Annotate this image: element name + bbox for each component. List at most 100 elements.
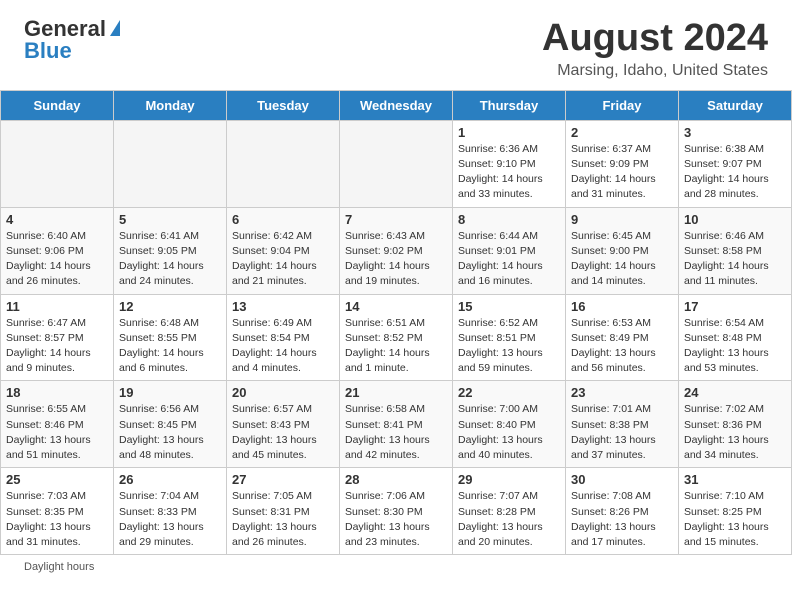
calendar-day: 24Sunrise: 7:02 AM Sunset: 8:36 PM Dayli… (679, 381, 792, 468)
calendar-header-row: SundayMondayTuesdayWednesdayThursdayFrid… (1, 90, 792, 120)
calendar-day: 5 Sunrise: 6:41 AM Sunset: 9:05 PM Daylig… (114, 207, 227, 294)
day-info: Sunrise: 6:44 AM Sunset: 9:01 PM Dayligh… (458, 229, 560, 290)
day-number: 31 (684, 472, 786, 487)
day-info: Sunrise: 6:36 AM Sunset: 9:10 PM Dayligh… (458, 142, 560, 203)
calendar-day: 3 Sunrise: 6:38 AM Sunset: 9:07 PM Daylig… (679, 120, 792, 207)
day-number: 1 (458, 125, 560, 140)
calendar-header-wednesday: Wednesday (340, 90, 453, 120)
location: Marsing, Idaho, United States (542, 62, 768, 80)
day-info: Sunrise: 7:05 AM Sunset: 8:31 PM Dayligh… (232, 489, 334, 550)
calendar: SundayMondayTuesdayWednesdayThursdayFrid… (0, 90, 792, 555)
day-info: Sunrise: 7:02 AM Sunset: 8:36 PM Dayligh… (684, 402, 786, 463)
calendar-day: 27 Sunrise: 7:05 AM Sunset: 8:31 PM Dayli… (227, 468, 340, 555)
day-info: Sunrise: 6:56 AM Sunset: 8:45 PM Dayligh… (119, 402, 221, 463)
day-number: 2 (571, 125, 673, 140)
calendar-day: 1 Sunrise: 6:36 AM Sunset: 9:10 PM Daylig… (453, 120, 566, 207)
calendar-week-2: 4 Sunrise: 6:40 AM Sunset: 9:06 PM Daylig… (1, 207, 792, 294)
logo-triangle-icon (110, 20, 120, 36)
day-info: Sunrise: 6:53 AM Sunset: 8:49 PM Dayligh… (571, 316, 673, 377)
calendar-week-1: 1 Sunrise: 6:36 AM Sunset: 9:10 PM Daylig… (1, 120, 792, 207)
calendar-day: 4 Sunrise: 6:40 AM Sunset: 9:06 PM Daylig… (1, 207, 114, 294)
day-number: 17 (684, 299, 786, 314)
day-number: 19 (119, 385, 221, 400)
calendar-day: 8 Sunrise: 6:44 AM Sunset: 9:01 PM Daylig… (453, 207, 566, 294)
day-info: Sunrise: 6:54 AM Sunset: 8:48 PM Dayligh… (684, 316, 786, 377)
day-number: 9 (571, 212, 673, 227)
day-info: Sunrise: 6:49 AM Sunset: 8:54 PM Dayligh… (232, 316, 334, 377)
calendar-day: 18 Sunrise: 6:55 AM Sunset: 8:46 PM Dayli… (1, 381, 114, 468)
calendar-day: 15 Sunrise: 6:52 AM Sunset: 8:51 PM Dayli… (453, 294, 566, 381)
day-number: 11 (6, 299, 108, 314)
day-number: 18 (6, 385, 108, 400)
logo-blue-text: Blue (24, 40, 72, 62)
calendar-week-4: 18 Sunrise: 6:55 AM Sunset: 8:46 PM Dayli… (1, 381, 792, 468)
title-area: August 2024 Marsing, Idaho, United State… (542, 18, 768, 80)
calendar-day (114, 120, 227, 207)
header: General Blue August 2024 Marsing, Idaho,… (0, 0, 792, 90)
calendar-day: 23 Sunrise: 7:01 AM Sunset: 8:38 PM Dayli… (566, 381, 679, 468)
month-year: August 2024 (542, 18, 768, 60)
calendar-day: 28Sunrise: 7:06 AM Sunset: 8:30 PM Dayli… (340, 468, 453, 555)
day-info: Sunrise: 7:01 AM Sunset: 8:38 PM Dayligh… (571, 402, 673, 463)
calendar-day: 29 Sunrise: 7:07 AM Sunset: 8:28 PM Dayli… (453, 468, 566, 555)
calendar-day: 7Sunrise: 6:43 AM Sunset: 9:02 PM Daylig… (340, 207, 453, 294)
day-info: Sunrise: 7:00 AM Sunset: 8:40 PM Dayligh… (458, 402, 560, 463)
day-info: Sunrise: 6:52 AM Sunset: 8:51 PM Dayligh… (458, 316, 560, 377)
calendar-day: 19 Sunrise: 6:56 AM Sunset: 8:45 PM Dayli… (114, 381, 227, 468)
day-number: 3 (684, 125, 786, 140)
calendar-day: 9 Sunrise: 6:45 AM Sunset: 9:00 PM Daylig… (566, 207, 679, 294)
calendar-day: 25 Sunrise: 7:03 AM Sunset: 8:35 PM Dayli… (1, 468, 114, 555)
day-info: Sunrise: 6:40 AM Sunset: 9:06 PM Dayligh… (6, 229, 108, 290)
calendar-day: 11 Sunrise: 6:47 AM Sunset: 8:57 PM Dayli… (1, 294, 114, 381)
footer: Daylight hours (0, 555, 792, 579)
calendar-day: 13 Sunrise: 6:49 AM Sunset: 8:54 PM Dayli… (227, 294, 340, 381)
calendar-day: 14 Sunrise: 6:51 AM Sunset: 8:52 PM Dayli… (340, 294, 453, 381)
day-number: 7 (345, 212, 447, 227)
day-number: 8 (458, 212, 560, 227)
day-number: 29 (458, 472, 560, 487)
day-number: 21 (345, 385, 447, 400)
calendar-week-5: 25 Sunrise: 7:03 AM Sunset: 8:35 PM Dayli… (1, 468, 792, 555)
day-info: Sunrise: 6:57 AM Sunset: 8:43 PM Dayligh… (232, 402, 334, 463)
day-info: Sunrise: 7:07 AM Sunset: 8:28 PM Dayligh… (458, 489, 560, 550)
day-number: 23 (571, 385, 673, 400)
day-number: 13 (232, 299, 334, 314)
day-number: 12 (119, 299, 221, 314)
calendar-header-sunday: Sunday (1, 90, 114, 120)
day-info: Sunrise: 6:45 AM Sunset: 9:00 PM Dayligh… (571, 229, 673, 290)
calendar-day: 26Sunrise: 7:04 AM Sunset: 8:33 PM Dayli… (114, 468, 227, 555)
calendar-day (1, 120, 114, 207)
day-number: 30 (571, 472, 673, 487)
logo-general-text: General (24, 18, 106, 40)
calendar-header-thursday: Thursday (453, 90, 566, 120)
day-number: 15 (458, 299, 560, 314)
day-info: Sunrise: 6:42 AM Sunset: 9:04 PM Dayligh… (232, 229, 334, 290)
day-info: Sunrise: 6:55 AM Sunset: 8:46 PM Dayligh… (6, 402, 108, 463)
calendar-header-saturday: Saturday (679, 90, 792, 120)
day-number: 20 (232, 385, 334, 400)
day-number: 5 (119, 212, 221, 227)
day-number: 4 (6, 212, 108, 227)
day-info: Sunrise: 6:38 AM Sunset: 9:07 PM Dayligh… (684, 142, 786, 203)
day-number: 10 (684, 212, 786, 227)
calendar-day: 22Sunrise: 7:00 AM Sunset: 8:40 PM Dayli… (453, 381, 566, 468)
calendar-day: 20 Sunrise: 6:57 AM Sunset: 8:43 PM Dayli… (227, 381, 340, 468)
day-info: Sunrise: 6:48 AM Sunset: 8:55 PM Dayligh… (119, 316, 221, 377)
calendar-header-tuesday: Tuesday (227, 90, 340, 120)
calendar-day: 16 Sunrise: 6:53 AM Sunset: 8:49 PM Dayli… (566, 294, 679, 381)
day-info: Sunrise: 7:08 AM Sunset: 8:26 PM Dayligh… (571, 489, 673, 550)
day-number: 25 (6, 472, 108, 487)
day-info: Sunrise: 6:41 AM Sunset: 9:05 PM Dayligh… (119, 229, 221, 290)
calendar-header-friday: Friday (566, 90, 679, 120)
calendar-day: 17 Sunrise: 6:54 AM Sunset: 8:48 PM Dayli… (679, 294, 792, 381)
day-info: Sunrise: 6:51 AM Sunset: 8:52 PM Dayligh… (345, 316, 447, 377)
day-info: Sunrise: 6:47 AM Sunset: 8:57 PM Dayligh… (6, 316, 108, 377)
day-number: 27 (232, 472, 334, 487)
day-number: 14 (345, 299, 447, 314)
calendar-day: 31Sunrise: 7:10 AM Sunset: 8:25 PM Dayli… (679, 468, 792, 555)
calendar-day (227, 120, 340, 207)
calendar-day: 21Sunrise: 6:58 AM Sunset: 8:41 PM Dayli… (340, 381, 453, 468)
day-number: 26 (119, 472, 221, 487)
day-number: 16 (571, 299, 673, 314)
day-info: Sunrise: 7:03 AM Sunset: 8:35 PM Dayligh… (6, 489, 108, 550)
